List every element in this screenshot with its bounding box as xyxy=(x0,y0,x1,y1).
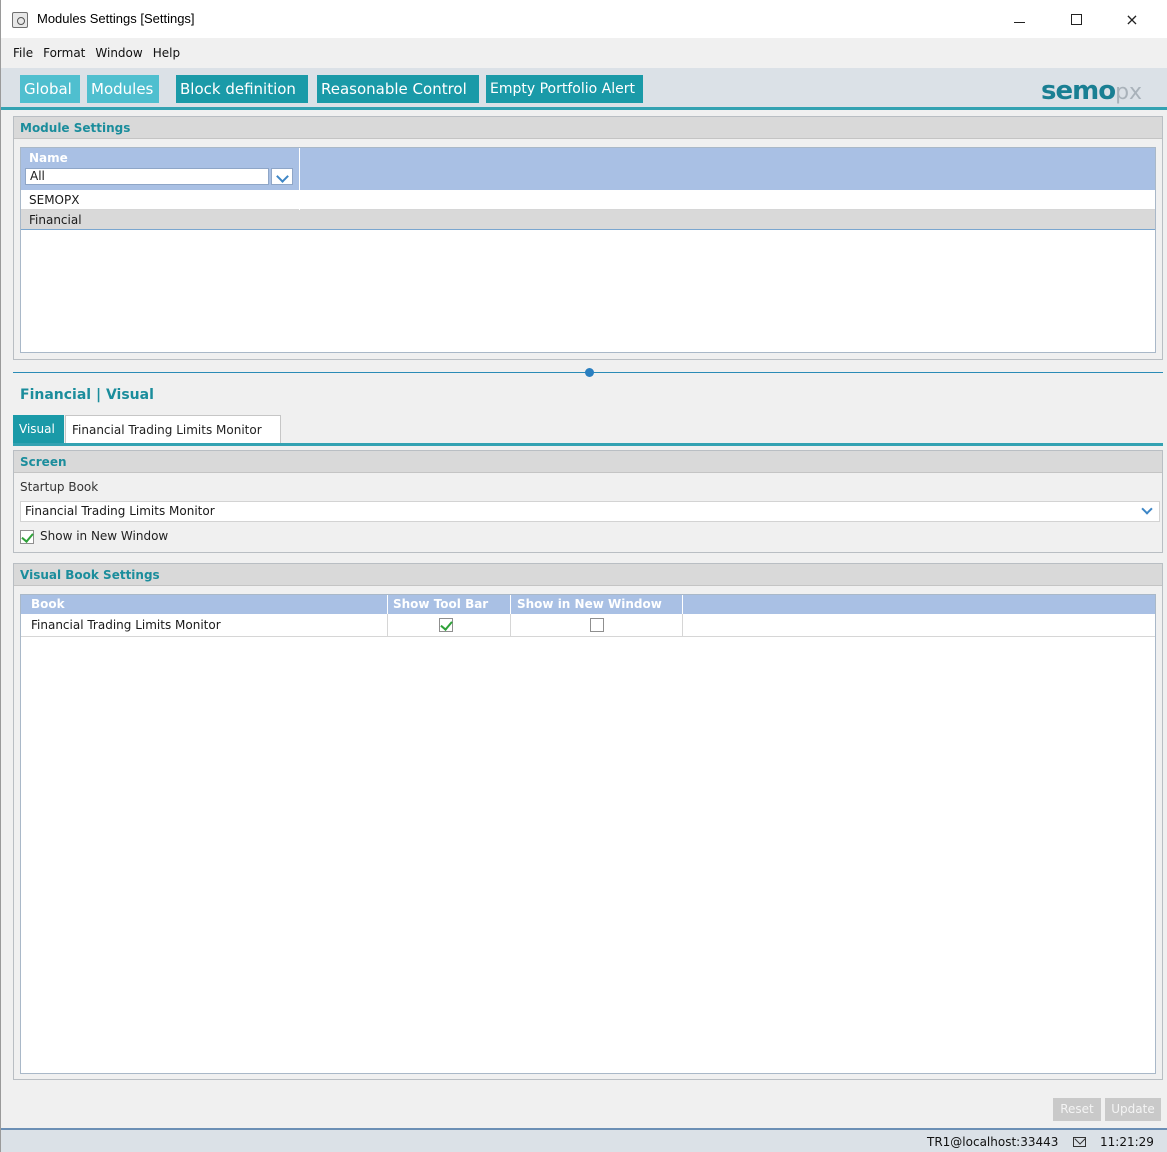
update-button[interactable]: Update xyxy=(1105,1098,1161,1121)
startup-book-label: Startup Book xyxy=(20,480,99,494)
column-divider xyxy=(510,595,511,614)
tab-financial-trading-limits-monitor[interactable]: Financial Trading Limits Monitor xyxy=(65,415,281,443)
chevron-down-icon[interactable] xyxy=(1141,503,1153,515)
startup-book-value: Financial Trading Limits Monitor xyxy=(25,504,215,518)
table-row-selected[interactable]: Financial xyxy=(21,210,1155,230)
tab-block-definition[interactable]: Block definition xyxy=(176,75,308,103)
logo-suffix: px xyxy=(1115,80,1143,105)
module-table: Name All SEMOPX Financial xyxy=(20,147,1156,353)
maximize-icon xyxy=(1070,13,1082,25)
visual-book-settings-title: Visual Book Settings xyxy=(14,564,1162,586)
column-divider xyxy=(510,614,511,637)
minimize-icon xyxy=(1013,21,1025,23)
show-tool-bar-checkbox[interactable] xyxy=(439,618,453,632)
visual-book-settings-panel: Visual Book Settings Book Show Tool Bar … xyxy=(13,563,1163,1080)
detail-section-title: Financial | Visual xyxy=(20,387,154,403)
name-filter-select[interactable]: All xyxy=(25,168,269,185)
splitter-handle[interactable] xyxy=(585,368,594,377)
status-time: 11:21:29 xyxy=(1100,1135,1154,1149)
book-table-header: Book Show Tool Bar Show in New Window xyxy=(21,595,1155,614)
status-bar: TR1@localhost:33443 11:21:29 xyxy=(1,1128,1167,1152)
logo-main: semo xyxy=(1041,76,1116,106)
menu-help[interactable]: Help xyxy=(153,42,180,64)
app-window: Modules Settings [Settings] × File Forma… xyxy=(0,0,1167,1152)
column-divider xyxy=(387,595,388,614)
show-in-new-window-checkbox[interactable] xyxy=(20,530,34,544)
column-divider xyxy=(682,595,683,614)
tab-modules[interactable]: Modules xyxy=(87,75,159,103)
book-table: Book Show Tool Bar Show in New Window Fi… xyxy=(20,594,1156,1074)
app-icon xyxy=(12,12,28,28)
row-show-in-new-window-checkbox[interactable] xyxy=(590,618,604,632)
column-divider xyxy=(387,614,388,637)
module-name-cell: SEMOPX xyxy=(29,193,80,207)
show-in-new-window-column-header[interactable]: Show in New Window xyxy=(517,595,662,614)
book-column-header[interactable]: Book xyxy=(31,595,65,614)
module-name-cell: Financial xyxy=(29,213,82,227)
tab-global[interactable]: Global xyxy=(20,75,80,103)
tab-visual[interactable]: Visual xyxy=(13,415,64,443)
module-table-header: Name All xyxy=(21,148,1155,190)
name-column-header[interactable]: Name xyxy=(29,151,68,165)
table-row[interactable]: SEMOPX xyxy=(21,190,1155,210)
semopx-logo: semopx xyxy=(1041,76,1142,106)
tab-reasonable-control[interactable]: Reasonable Control xyxy=(317,75,479,103)
maximize-button[interactable] xyxy=(1053,0,1099,38)
startup-book-select[interactable]: Financial Trading Limits Monitor xyxy=(20,501,1160,522)
chevron-down-icon[interactable] xyxy=(271,168,293,185)
column-divider xyxy=(682,614,683,637)
module-settings-title: Module Settings xyxy=(14,117,1162,139)
window-title: Modules Settings [Settings] xyxy=(37,11,195,26)
title-bar: Modules Settings [Settings] × xyxy=(1,0,1167,38)
menu-file[interactable]: File xyxy=(13,42,33,64)
show-tool-bar-column-header[interactable]: Show Tool Bar xyxy=(393,595,488,614)
close-button[interactable]: × xyxy=(1109,0,1155,38)
show-in-new-window-label: Show in New Window xyxy=(40,529,169,543)
close-icon: × xyxy=(1125,9,1139,29)
table-row[interactable]: Financial Trading Limits Monitor xyxy=(21,614,1155,637)
menu-format[interactable]: Format xyxy=(43,42,85,64)
menu-window[interactable]: Window xyxy=(95,42,142,64)
module-toolbar: Global Modules Block definition Reasonab… xyxy=(1,68,1167,110)
tab-empty-portfolio-alert[interactable]: Empty Portfolio Alert xyxy=(486,75,643,103)
menu-bar: File Format Window Help xyxy=(1,42,1167,64)
mail-icon[interactable] xyxy=(1073,1137,1086,1147)
minimize-button[interactable] xyxy=(996,0,1042,38)
detail-tabs: Visual Financial Trading Limits Monitor xyxy=(13,415,1163,446)
reset-button[interactable]: Reset xyxy=(1053,1098,1101,1121)
module-settings-panel: Module Settings Name All SEMOPX Financia… xyxy=(13,116,1163,360)
connection-status: TR1@localhost:33443 xyxy=(927,1135,1059,1149)
column-divider xyxy=(299,148,300,210)
screen-title: Screen xyxy=(14,451,1162,473)
book-name-cell: Financial Trading Limits Monitor xyxy=(31,618,221,632)
screen-panel: Screen Startup Book Financial Trading Li… xyxy=(13,450,1163,553)
